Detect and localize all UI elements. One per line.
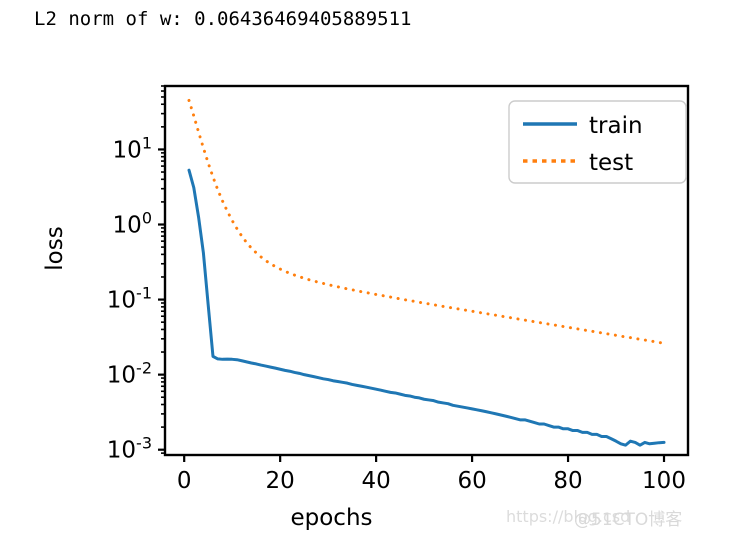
plot-canvas: 0 20 40 60 80 100 101 100 10-1 10-2 10-3 epochs los… [42, 84, 690, 531]
y-tick-label: 100 [113, 209, 152, 239]
x-tick-label: 100 [642, 468, 686, 494]
matplotlib-figure: L2 norm of w: 0.06436469405889511 0 20 40 6… [0, 0, 738, 540]
x-tick-label: 0 [177, 468, 192, 494]
y-axis-label: loss [42, 226, 68, 270]
x-tick-label: 60 [457, 468, 486, 494]
figure-title: L2 norm of w: 0.06436469405889511 [34, 8, 412, 30]
y-tick-label: 10-3 [107, 434, 152, 464]
x-axis-label: epochs [290, 505, 372, 531]
legend[interactable]: train test [508, 100, 687, 184]
x-tick-label: 20 [266, 468, 295, 494]
y-tick-label: 10-1 [107, 284, 152, 314]
x-tick-label: 40 [361, 468, 390, 494]
legend-label-train: train [589, 113, 643, 139]
x-tick-label: 80 [553, 468, 582, 494]
y-tick-label: 101 [113, 133, 152, 163]
y-tick-label: 10-2 [107, 359, 152, 389]
legend-label-test: test [589, 150, 633, 176]
series-line-train [187, 168, 666, 447]
